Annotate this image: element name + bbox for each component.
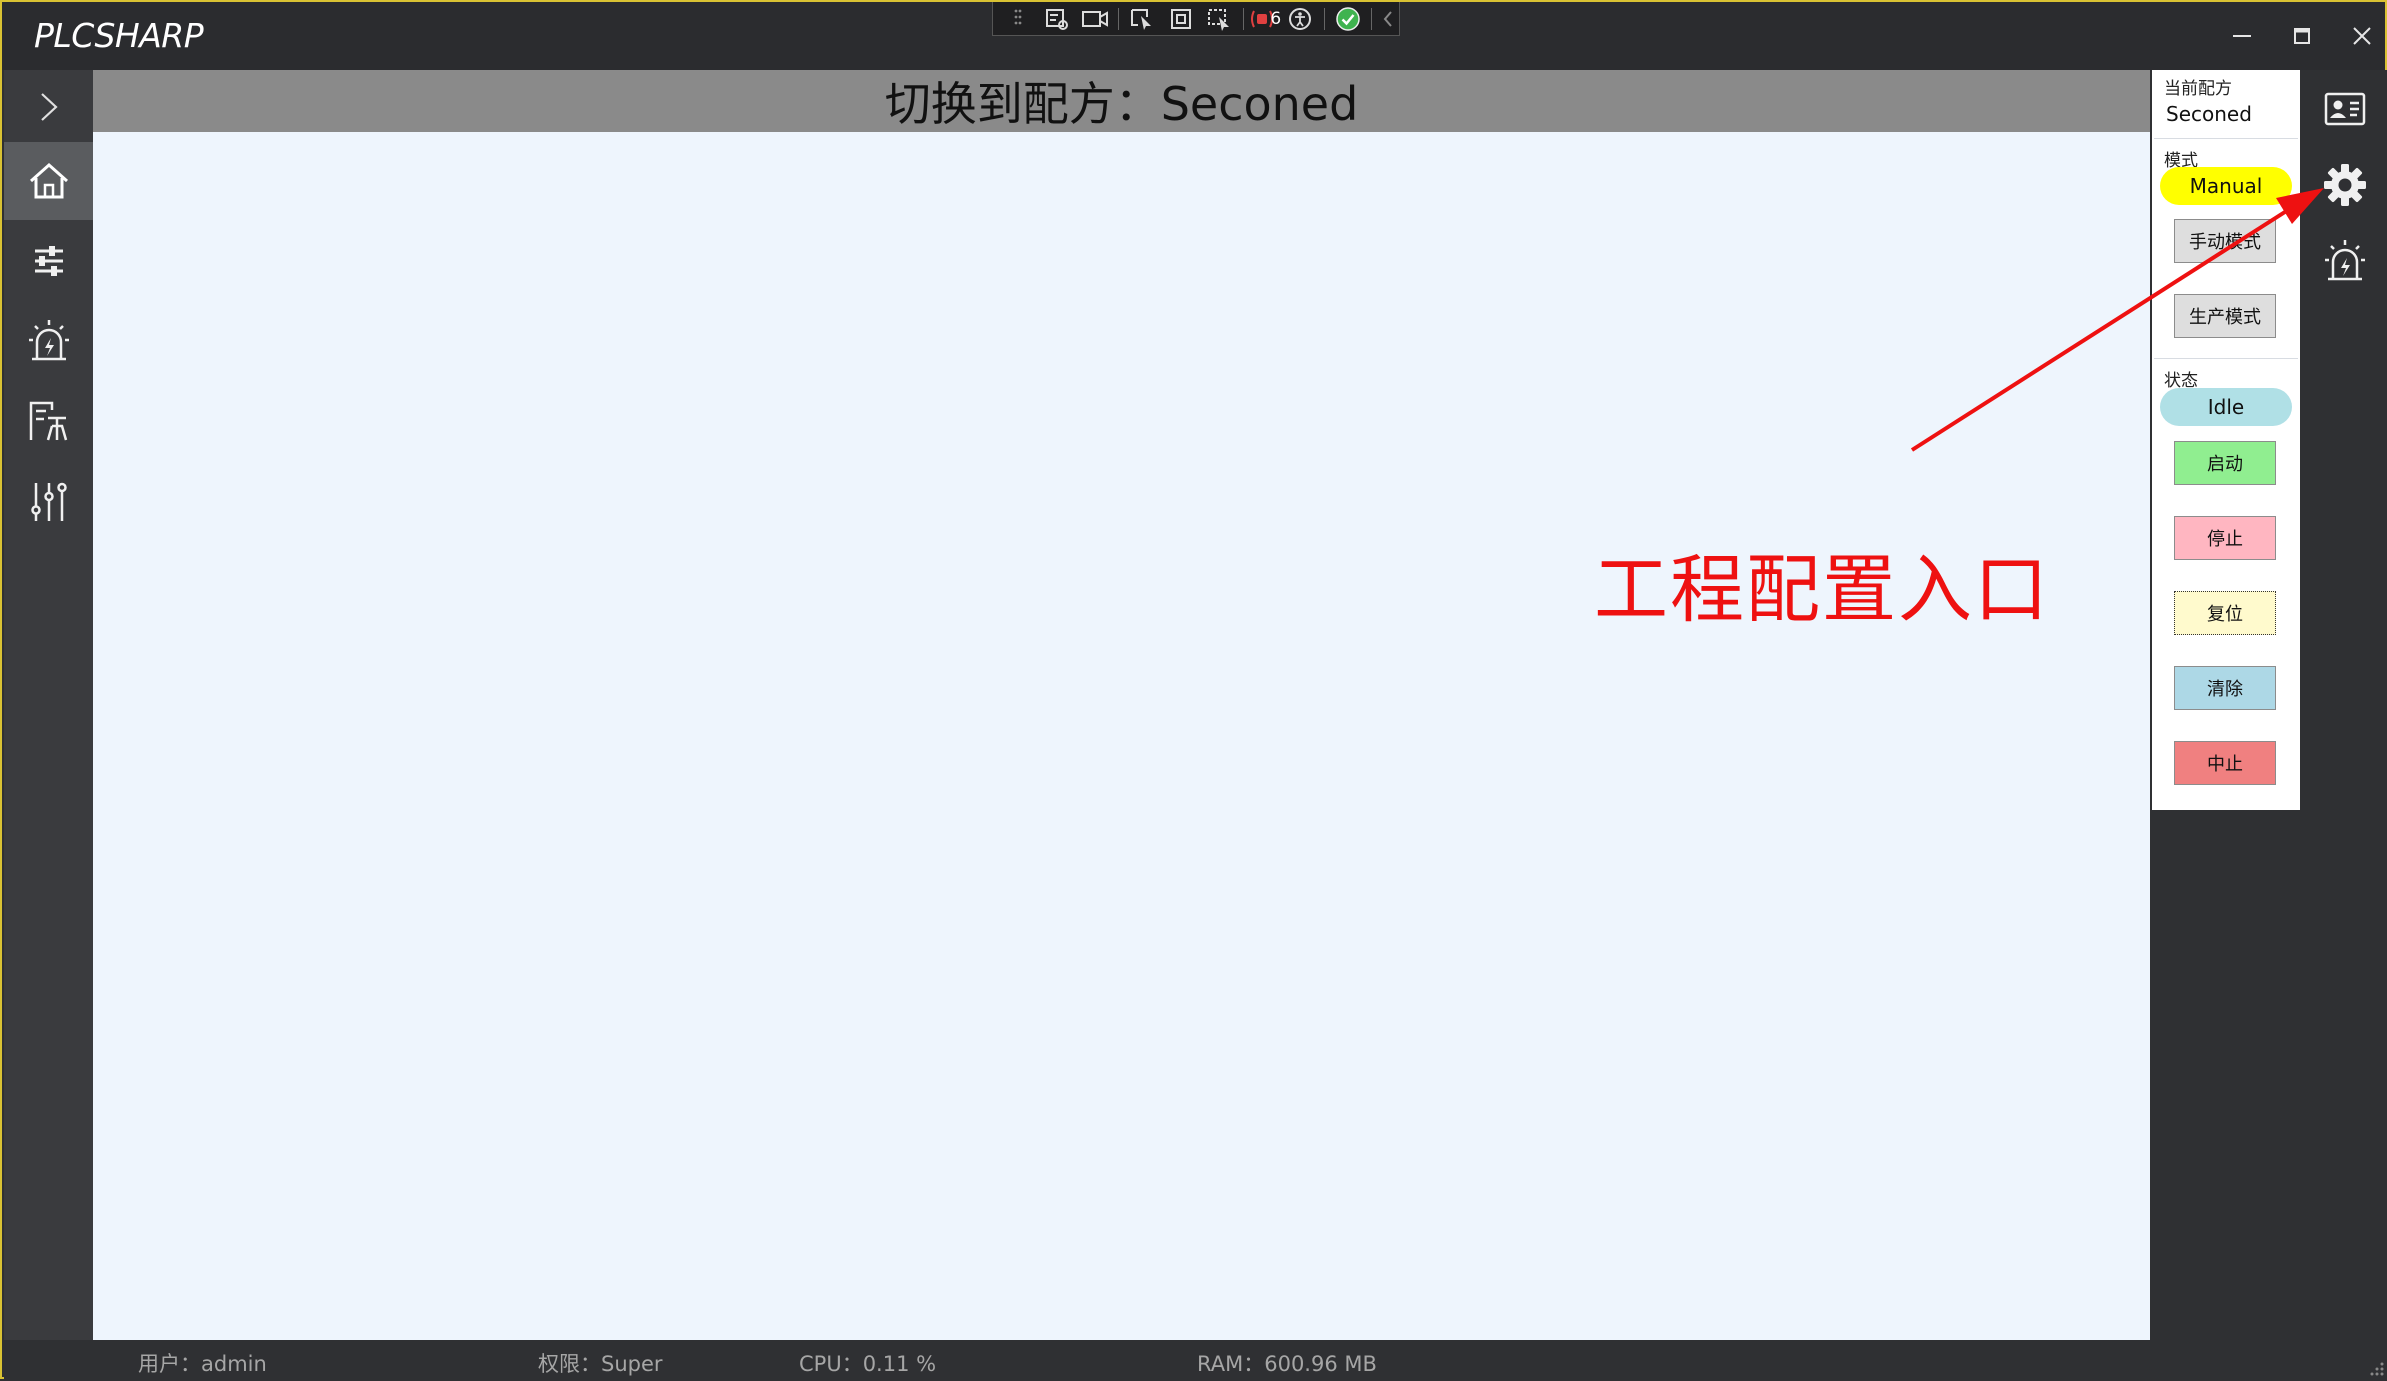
annotation-label: 工程配置入口 [1594,547,2050,633]
stop-button[interactable]: 停止 [2174,516,2276,560]
status-bar: 用户：admin 权限：Super CPU：0.11 % RAM：600.96 … [4,1340,2387,1379]
user-info-button[interactable] [2302,74,2387,144]
minimize-icon [2233,35,2251,37]
close-button[interactable] [2340,16,2384,56]
sidebar-item-recipes[interactable] [4,382,93,460]
separator [1118,7,1120,30]
right-toolbar [2302,70,2387,1340]
start-button[interactable]: 启动 [2174,441,2276,485]
current-recipe-label: 当前配方 [2164,79,2232,99]
left-sidebar [4,70,93,1340]
sidebar-expand-button[interactable] [4,72,93,142]
title-bar: PLCSHARP 6 [2,2,2385,70]
app-title: PLCSHARP [34,16,204,55]
collapse-toolbar-icon[interactable] [1376,3,1399,35]
tuning-icon [30,482,67,521]
production-mode-button[interactable]: 生产模式 [2174,294,2276,338]
mode-status-badge: Manual [2160,167,2292,205]
resize-grip-icon[interactable] [2367,1359,2385,1377]
recipe-switch-title: 切换到配方：Seconed [884,77,1359,131]
control-panel: 当前配方 Seconed 模式 Manual 手动模式 生产模式 状态 Idle… [2152,70,2300,810]
maximize-icon [2294,28,2310,44]
recipe-switch-header: 切换到配方：Seconed [93,70,2150,132]
layout-adorner-icon[interactable] [1162,3,1200,35]
abort-button[interactable]: 中止 [2174,741,2276,785]
separator [1371,7,1372,30]
status-cpu: CPU：0.11 % [799,1352,937,1376]
divider [2154,358,2298,359]
track-focus-icon[interactable] [1200,3,1238,35]
sliders-icon [34,246,63,276]
accessibility-icon[interactable] [1281,3,1319,35]
gear-icon [2323,164,2366,206]
debug-toolbar: 6 [992,2,1400,36]
sidebar-item-alarms[interactable] [4,302,93,380]
status-permission: 权限：Super [538,1352,663,1376]
alarm-icon [28,320,69,361]
sidebar-item-parameters[interactable] [4,222,93,300]
state-status-badge: Idle [2160,388,2292,426]
app-window: PLCSHARP 6 切换到配方：Seconed 当前配方 Seconed 模式… [0,0,2387,1379]
sidebar-item-tuning[interactable] [4,462,93,540]
live-tree-icon[interactable] [1037,3,1075,35]
binding-failure-count: 6 [1270,8,1282,29]
recipe-icon [29,401,67,441]
reset-button[interactable]: 复位 [2174,591,2276,635]
user-card-icon [2324,92,2365,126]
clear-button[interactable]: 清除 [2174,666,2276,710]
alarm-button[interactable] [2302,226,2387,296]
separator [1323,7,1325,30]
current-recipe-value: Seconed [2166,102,2252,126]
chevron-right-icon [40,93,58,121]
alarm-icon [2324,240,2365,281]
status-user: 用户：admin [138,1352,267,1376]
maximize-button[interactable] [2280,16,2324,56]
grip-icon[interactable] [999,3,1037,35]
divider [2154,138,2298,139]
minimize-button[interactable] [2220,16,2264,56]
status-ram: RAM：600.96 MB [1197,1352,1377,1376]
sidebar-item-home[interactable] [4,142,93,220]
close-icon [2353,27,2371,45]
home-icon [29,162,68,199]
main-content: 切换到配方：Seconed [93,70,2150,1340]
separator [1242,7,1244,30]
video-icon[interactable] [1076,3,1114,35]
settings-button[interactable] [2302,150,2387,220]
select-element-icon[interactable] [1123,3,1161,35]
check-icon[interactable] [1329,3,1367,35]
manual-mode-button[interactable]: 手动模式 [2174,219,2276,263]
